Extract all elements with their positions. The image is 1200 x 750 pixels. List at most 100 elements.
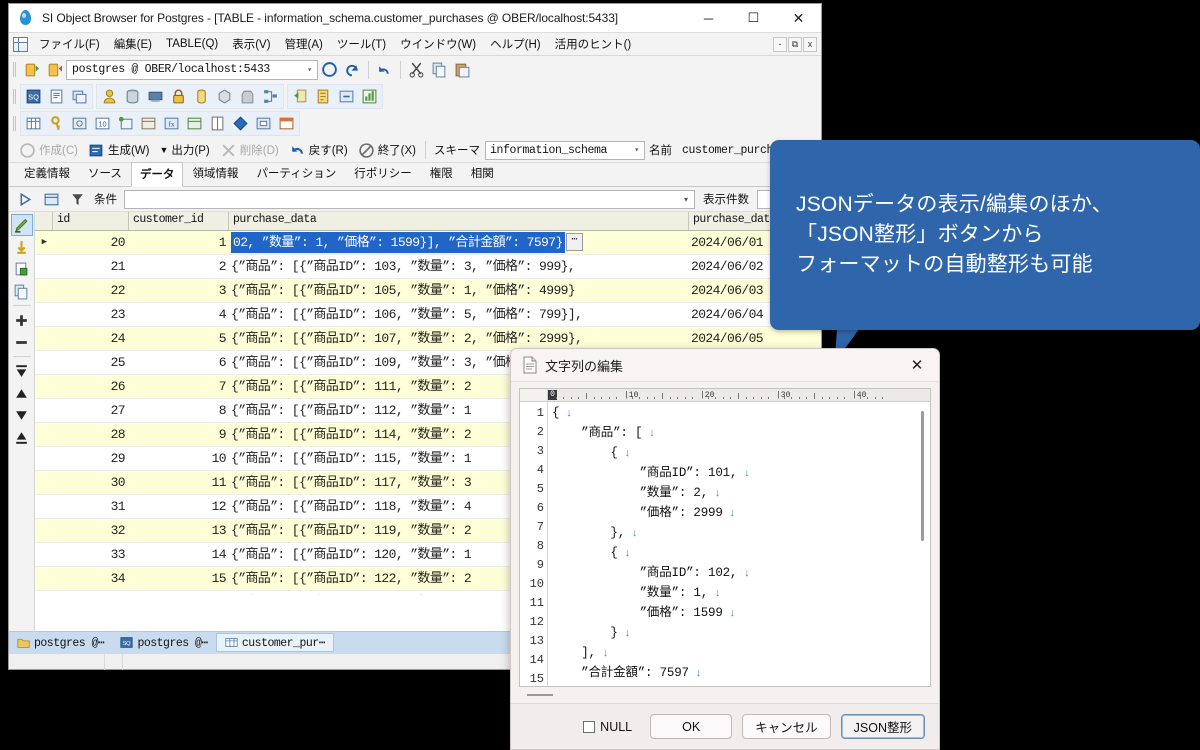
key-icon[interactable] [45,112,68,135]
cell-id[interactable]: 34 [53,567,129,591]
lock-icon[interactable] [167,85,190,108]
minimize-button[interactable]: ─ [686,4,731,33]
tab-data[interactable]: データ [131,162,184,187]
cell-customer-id[interactable]: 7 [129,375,229,399]
action-delete[interactable]: 削除(D) [215,142,284,159]
cell-customer-id[interactable]: 1 [129,231,229,255]
table-row[interactable]: 212{”商品”: [{”商品ID”: 103, ”数量”: 3, ”価格”: … [35,255,821,279]
run-query-icon[interactable] [14,188,37,211]
edit-mode-icon[interactable] [11,214,33,236]
cell-customer-id[interactable]: 14 [129,543,229,567]
remove-row-icon[interactable] [11,331,33,353]
sql-editor-icon[interactable]: SQ [22,85,45,108]
json-format-button[interactable]: JSON整形 [841,714,925,739]
column-icon[interactable] [190,85,213,108]
copy-icon[interactable] [428,58,451,81]
cell-purchase-data[interactable]: {”商品”: [{”商品ID”: 106, ”数量”: 5, ”価格”: 799… [229,303,689,327]
cell-id[interactable]: 31 [53,495,129,519]
cell-customer-id[interactable]: 6 [129,351,229,375]
cut-icon[interactable] [405,58,428,81]
toolbar-grip-2[interactable] [12,87,18,106]
window-tile-icon[interactable] [68,85,91,108]
add-row-icon[interactable] [11,309,33,331]
dialog-close-button[interactable]: ✕ [895,349,939,382]
menu-item-help[interactable]: ヘルプ(H) [483,34,547,54]
null-checkbox-group[interactable]: NULL [583,720,632,734]
editor-vertical-scrollbar[interactable] [918,407,927,682]
undo-icon[interactable] [373,58,396,81]
schema-icon[interactable] [137,112,160,135]
sequence-icon[interactable]: 10 [91,112,114,135]
action-output[interactable]: ▼ 出力(P) [154,142,214,158]
menu-item-file[interactable]: ファイル(F) [32,34,107,54]
menu-item-window[interactable]: ウインドウ(W) [393,34,483,54]
menu-item-view[interactable]: 表示(V) [225,34,277,54]
tab-source[interactable]: ソース [79,161,131,186]
tab-partition[interactable]: パーティション [247,161,345,186]
cell-purchase-data[interactable]: {”商品”: [{”商品ID”: 103, ”数量”: 3, ”価格”: 999… [229,255,689,279]
cell-customer-id[interactable]: 2 [129,255,229,279]
apply-changes-icon[interactable] [11,236,33,258]
cell-customer-id[interactable]: 13 [129,519,229,543]
cell-purchase-data[interactable]: {”商品”: [{”商品ID”: 105, ”数量”: 1, ”価格”: 499… [229,279,689,303]
cell-customer-id[interactable]: 11 [129,471,229,495]
cell-customer-id[interactable]: 9 [129,423,229,447]
chevron-down-icon-condition[interactable]: ▾ [678,195,694,204]
cell-id[interactable]: 29 [53,447,129,471]
cell-purchase-data[interactable]: {”商品”: [{”商品ID”: 107, ”数量”: 2, ”価格”: 299… [229,327,689,351]
null-checkbox[interactable] [583,721,595,733]
cell-customer-id[interactable]: 4 [129,303,229,327]
hierarchy-icon[interactable] [259,85,282,108]
table-row[interactable]: ▶20102, ”数量”: 1, ”価格”: 1599}], ”合計金額”: 7… [35,231,821,255]
cell-purchase-date[interactable]: 2024/06/05 [689,327,821,351]
shadow-object-icon[interactable] [236,85,259,108]
first-row-icon[interactable] [11,360,33,382]
cell-id[interactable]: 24 [53,327,129,351]
ok-button[interactable]: OK [650,714,732,739]
import-icon[interactable] [289,85,312,108]
previous-row-icon[interactable] [11,382,33,404]
script-icon[interactable] [45,85,68,108]
paste-icon[interactable] [451,58,474,81]
condition-input[interactable]: ▾ [124,190,695,209]
cell-customer-id[interactable]: 3 [129,279,229,303]
table-icon[interactable] [22,112,45,135]
disconnect-icon[interactable] [43,58,66,81]
next-row-icon[interactable] [11,404,33,426]
menu-item-table[interactable]: TABLE(Q) [159,36,225,52]
cell-customer-id[interactable]: 8 [129,399,229,423]
cell-customer-id[interactable]: 15 [129,567,229,591]
cell-customer-id[interactable]: 5 [129,327,229,351]
mdi-minimize-button[interactable]: - [773,37,787,52]
mdi-close-button[interactable]: x [803,37,817,52]
table-row[interactable]: 223{”商品”: [{”商品ID”: 105, ”数量”: 1, ”価格”: … [35,279,821,303]
cell-id[interactable]: 25 [53,351,129,375]
tab-definition[interactable]: 定義情報 [15,161,79,186]
cell-id[interactable]: 23 [53,303,129,327]
cancel-button[interactable]: キャンセル [742,714,831,739]
filter-icon[interactable] [66,188,89,211]
action-create[interactable]: 作成(C) [14,142,83,159]
dialog-splitter[interactable] [519,687,931,703]
chevron-down-icon[interactable]: ▾ [302,65,317,75]
book-icon[interactable] [206,112,229,135]
chart-icon[interactable] [358,85,381,108]
last-row-icon[interactable] [11,426,33,448]
menu-item-tools[interactable]: ツール(T) [330,34,393,54]
connection-combo[interactable]: postgres @ OBER/localhost:5433 ▾ [66,60,318,80]
diamond-icon[interactable] [229,112,252,135]
strip-item-connection[interactable]: postgres @⋯ [9,634,112,651]
calendar-icon[interactable] [275,112,298,135]
toolbar-grip[interactable] [12,60,18,79]
mdi-restore-button[interactable]: ⧉ [788,37,802,52]
user-icon[interactable] [98,85,121,108]
window-icon[interactable] [183,112,206,135]
session-icon[interactable] [144,85,167,108]
table-row[interactable]: 234{”商品”: [{”商品ID”: 106, ”数量”: 5, ”価格”: … [35,303,821,327]
rollback-icon[interactable] [341,58,364,81]
cell-id[interactable]: 28 [53,423,129,447]
refresh-icon[interactable] [335,85,358,108]
menu-item-manage[interactable]: 管理(A) [278,34,330,54]
cell-id[interactable]: 27 [53,399,129,423]
cell-customer-id[interactable]: 12 [129,495,229,519]
